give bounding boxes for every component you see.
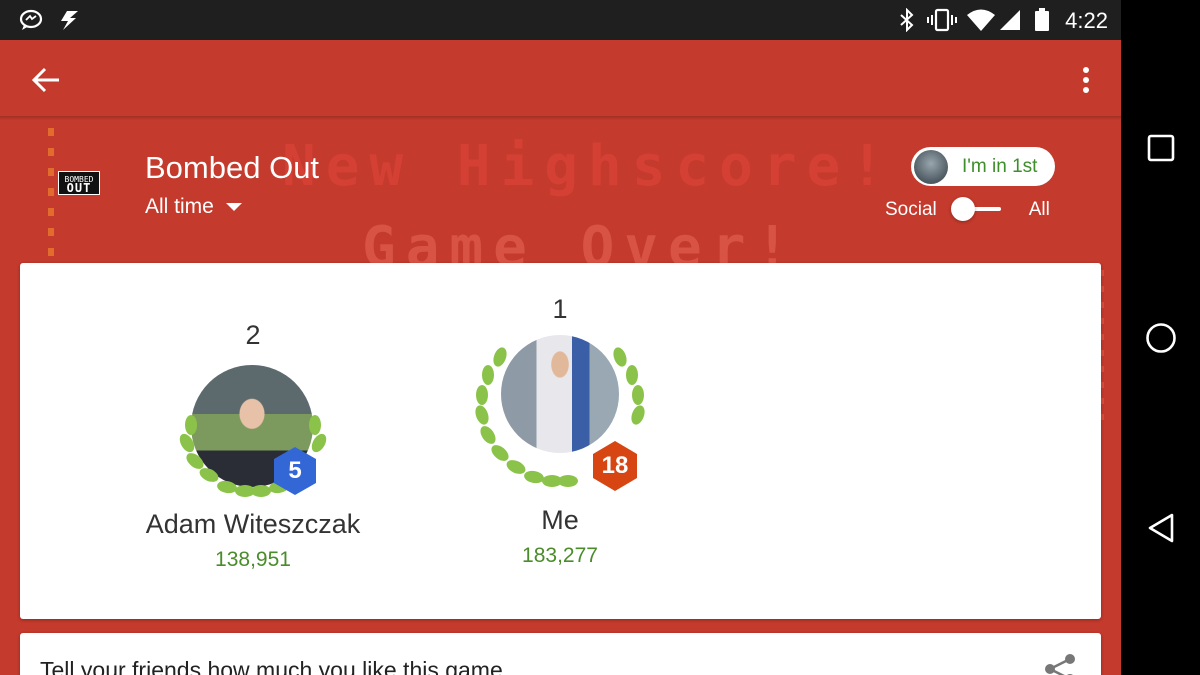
- game-logo-bottom-text: OUT: [66, 181, 92, 195]
- circle-icon: [1146, 323, 1176, 353]
- player-avatar: 18: [470, 335, 650, 499]
- rank-chip[interactable]: I'm in 1st: [911, 147, 1055, 186]
- triangle-back-icon: [1148, 513, 1174, 543]
- status-time: 4:22: [1065, 8, 1108, 33]
- avatar: [914, 149, 948, 184]
- rank-number: 1: [552, 294, 568, 324]
- share-prompt-text: Tell your friends how much you like this…: [40, 657, 503, 675]
- toolbar: [0, 40, 1121, 116]
- vibrate-icon: [927, 8, 957, 32]
- player-name: Me: [541, 505, 579, 535]
- navigation-bar: [1121, 0, 1200, 675]
- share-icon[interactable]: [1042, 651, 1078, 675]
- social-all-switch[interactable]: [950, 196, 1003, 224]
- leaderboard-entry[interactable]: 1 18 Me 183,277: [430, 294, 690, 568]
- recents-button[interactable]: [1141, 128, 1181, 168]
- time-filter-label: All time: [145, 195, 214, 218]
- leaderboard-entry[interactable]: 2 5 Adam Witeszczak 138,951: [123, 320, 383, 572]
- player-score: 183,277: [522, 544, 598, 567]
- app-screen: New Highscore! Game Over! BOMBED OUT Bom…: [0, 40, 1121, 675]
- more-vert-icon: [1083, 67, 1089, 93]
- level-number: 18: [601, 452, 629, 479]
- signal-icon: [998, 8, 1022, 32]
- player-name: Adam Witeszczak: [145, 509, 361, 539]
- rank-number: 2: [245, 320, 261, 350]
- arrow-left-icon: [31, 67, 59, 93]
- battery-icon: [1034, 8, 1050, 32]
- player-score: 138,951: [215, 548, 291, 571]
- bluetooth-icon: [898, 8, 916, 32]
- toolbar-shadow: [0, 116, 1121, 120]
- messenger-icon: [18, 8, 44, 32]
- level-badge: 5: [271, 445, 319, 497]
- player-avatar: 5: [173, 363, 333, 503]
- share-prompt-card[interactable]: Tell your friends how much you like this…: [20, 633, 1101, 675]
- back-button[interactable]: [24, 60, 68, 100]
- toggle-right-label: All: [1028, 199, 1050, 220]
- level-badge: 18: [590, 439, 640, 493]
- home-button[interactable]: [1141, 318, 1181, 358]
- square-icon: [1147, 134, 1175, 162]
- leaderboard-card: 2 5 Adam Witeszczak 138,951 1 18 Me 183,…: [20, 263, 1101, 619]
- status-bar: 4:22: [0, 0, 1121, 40]
- collection-toggle: Social All: [885, 196, 1050, 224]
- game-title: Bombed Out: [145, 150, 320, 185]
- level-number: 5: [288, 457, 302, 484]
- back-nav-button[interactable]: [1141, 508, 1181, 548]
- flash-icon: [58, 8, 80, 32]
- wifi-icon: [966, 8, 996, 32]
- dropdown-caret-icon: [225, 203, 242, 211]
- background-highscore-text: New Highscore!: [282, 134, 895, 199]
- time-filter-dropdown[interactable]: All time: [145, 195, 242, 219]
- switch-thumb[interactable]: [950, 197, 975, 221]
- toggle-left-label: Social: [885, 199, 937, 220]
- rank-chip-label: I'm in 1st: [962, 155, 1038, 177]
- game-logo: BOMBED OUT: [58, 171, 100, 195]
- overflow-menu-button[interactable]: [1066, 60, 1106, 100]
